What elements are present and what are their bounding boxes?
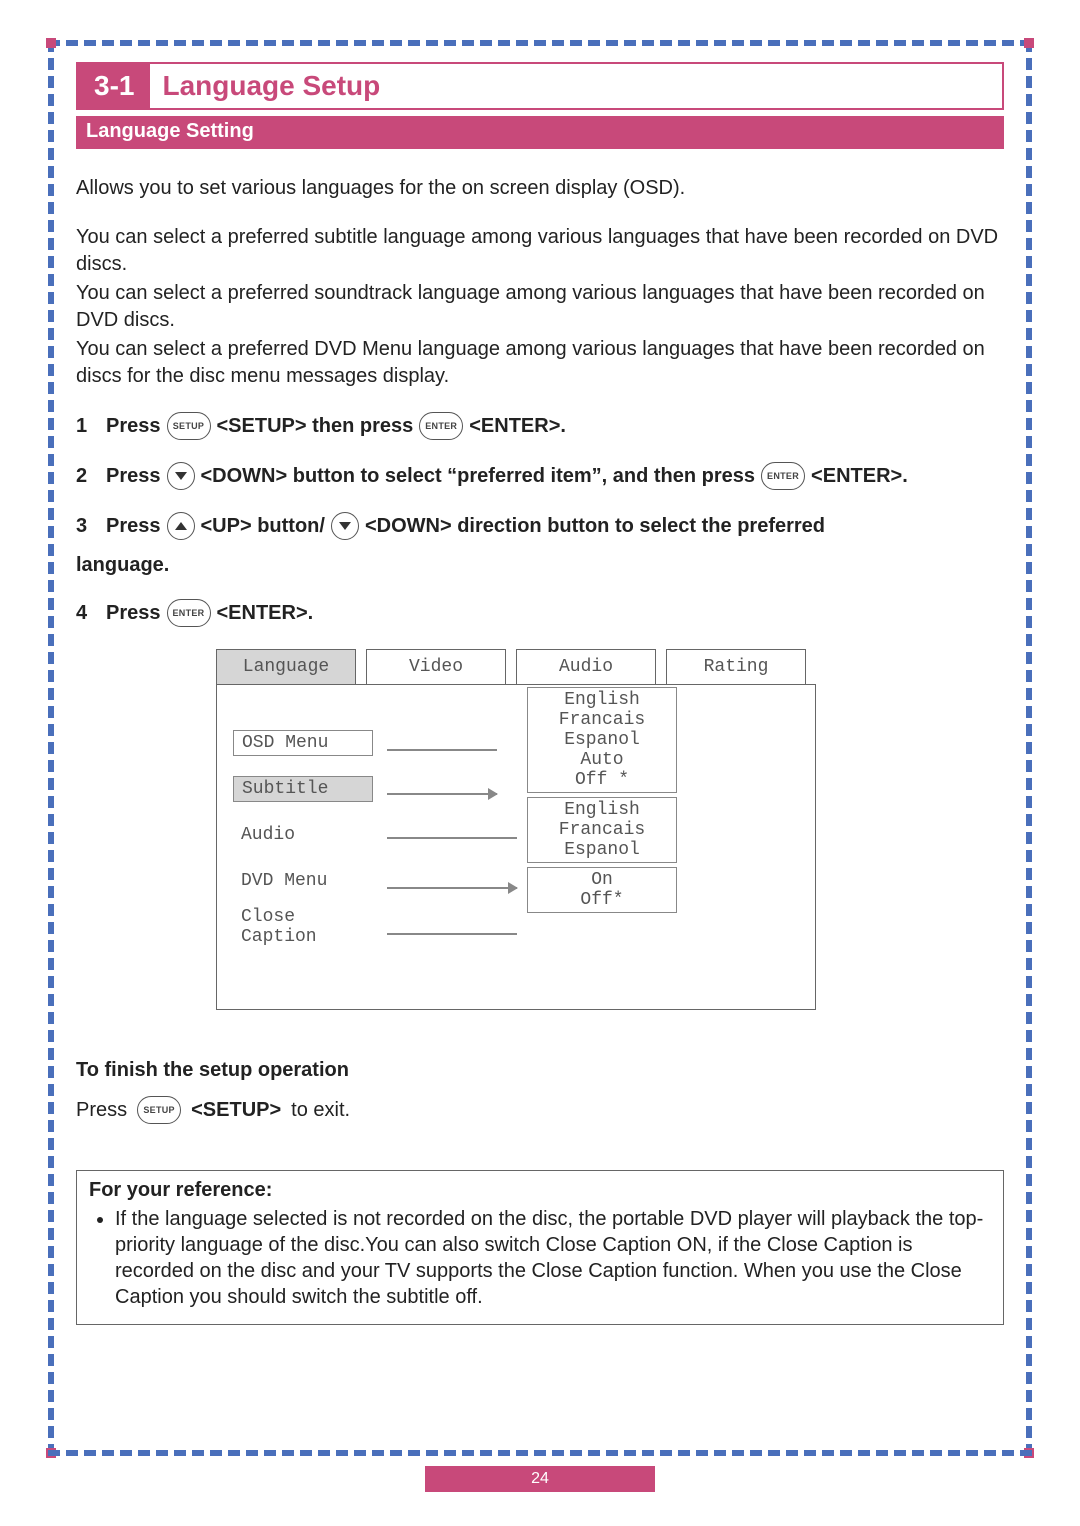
osd-option: English Francais Espanol Auto Off * bbox=[527, 687, 677, 793]
step-number: 4 bbox=[76, 602, 100, 625]
connector-line bbox=[387, 749, 497, 751]
option-text: Off * bbox=[544, 770, 660, 790]
osd-option: On Off* bbox=[527, 867, 677, 913]
step-4: 4 Press ENTER <ENTER>. bbox=[76, 599, 1004, 627]
osd-item-selected: Subtitle bbox=[233, 776, 373, 802]
option-text: Espanol bbox=[544, 730, 660, 750]
connector-arrow bbox=[387, 793, 497, 795]
osd-tab-rating: Rating bbox=[666, 649, 806, 685]
step-text: <DOWN> button to select “preferred item”… bbox=[201, 465, 756, 488]
up-arrow-icon bbox=[167, 512, 195, 540]
step-text: language. bbox=[76, 554, 169, 577]
step-text: <ENTER>. bbox=[811, 465, 908, 488]
step-number: 2 bbox=[76, 465, 100, 488]
finish-text: Press bbox=[76, 1099, 127, 1122]
osd-item: DVD Menu bbox=[233, 869, 373, 893]
section-heading: 3-1 Language Setup bbox=[76, 62, 1004, 110]
intro-paragraph: You can select a preferred DVD Menu lang… bbox=[76, 336, 1004, 390]
finish-heading: To finish the setup operation bbox=[76, 1059, 1004, 1082]
option-text: Espanol bbox=[544, 840, 660, 860]
step-text: <SETUP> then press bbox=[217, 415, 414, 438]
step-2: 2 Press <DOWN> button to select “preferr… bbox=[76, 462, 1004, 490]
step-text: <ENTER>. bbox=[217, 602, 314, 625]
setup-button-icon: SETUP bbox=[137, 1096, 181, 1124]
osd-tab-language: Language bbox=[216, 649, 356, 685]
osd-option: English Francais Espanol bbox=[527, 797, 677, 863]
osd-item: Audio bbox=[233, 823, 373, 847]
page-number: 24 bbox=[425, 1466, 655, 1492]
osd-left-list: OSD Menu Subtitle Audio DVD Menu Close C… bbox=[233, 729, 373, 941]
step-number: 3 bbox=[76, 515, 100, 538]
finish-instruction: Press SETUP <SETUP> to exit. bbox=[76, 1096, 1004, 1124]
osd-panel: OSD Menu Subtitle Audio DVD Menu Close C… bbox=[216, 684, 816, 1010]
subsection-heading: Language Setting bbox=[76, 116, 1004, 149]
section-title: Language Setup bbox=[150, 64, 392, 108]
down-arrow-icon bbox=[331, 512, 359, 540]
finish-text: to exit. bbox=[291, 1099, 350, 1122]
step-text: <UP> button/ bbox=[201, 515, 325, 538]
option-text: On bbox=[544, 870, 660, 890]
osd-tab-video: Video bbox=[366, 649, 506, 685]
step-text: Press bbox=[106, 415, 161, 438]
reference-bullet: If the language selected is not recorded… bbox=[115, 1206, 991, 1310]
step-number: 1 bbox=[76, 415, 100, 438]
option-text: Francais bbox=[544, 710, 660, 730]
option-text: Off* bbox=[544, 890, 660, 910]
section-number: 3-1 bbox=[78, 64, 150, 108]
finish-text: <SETUP> bbox=[191, 1099, 281, 1122]
step-3: 3 Press <UP> button/ <DOWN> direction bu… bbox=[76, 512, 1004, 540]
setup-button-icon: SETUP bbox=[167, 412, 211, 440]
osd-menu-diagram: Language Video Audio Rating OSD Menu Sub… bbox=[216, 649, 856, 1029]
down-arrow-icon bbox=[167, 462, 195, 490]
step-text: Press bbox=[106, 465, 161, 488]
step-text: <ENTER>. bbox=[469, 415, 566, 438]
osd-item: OSD Menu bbox=[233, 730, 373, 756]
enter-button-icon: ENTER bbox=[761, 462, 805, 490]
manual-page: 3-1 Language Setup Language Setting Allo… bbox=[0, 0, 1080, 1526]
intro-paragraph: Allows you to set various languages for … bbox=[76, 175, 1004, 202]
enter-button-icon: ENTER bbox=[167, 599, 211, 627]
step-1: 1 Press SETUP <SETUP> then press ENTER <… bbox=[76, 412, 1004, 440]
step-text: Press bbox=[106, 515, 161, 538]
osd-options-column: English Francais Espanol Auto Off * Engl… bbox=[527, 687, 677, 913]
connector-arrow bbox=[387, 887, 517, 889]
step-text: Press bbox=[106, 602, 161, 625]
step-text: <DOWN> direction button to select the pr… bbox=[365, 515, 825, 538]
option-text: English bbox=[544, 690, 660, 710]
reference-title: For your reference: bbox=[89, 1179, 991, 1202]
reference-box: For your reference: If the language sele… bbox=[76, 1170, 1004, 1325]
option-text: English bbox=[544, 800, 660, 820]
osd-item: Close Caption bbox=[233, 905, 373, 949]
option-text: Auto bbox=[544, 750, 660, 770]
content-area: 3-1 Language Setup Language Setting Allo… bbox=[76, 62, 1004, 1442]
connector-line bbox=[387, 933, 517, 935]
enter-button-icon: ENTER bbox=[419, 412, 463, 440]
step-3-cont: language. bbox=[76, 554, 1004, 577]
option-text: Francais bbox=[544, 820, 660, 840]
osd-tab-row: Language Video Audio Rating bbox=[216, 649, 856, 685]
intro-paragraph: You can select a preferred subtitle lang… bbox=[76, 224, 1004, 278]
intro-paragraph: You can select a preferred soundtrack la… bbox=[76, 280, 1004, 334]
connector-line bbox=[387, 837, 517, 839]
osd-tab-audio: Audio bbox=[516, 649, 656, 685]
